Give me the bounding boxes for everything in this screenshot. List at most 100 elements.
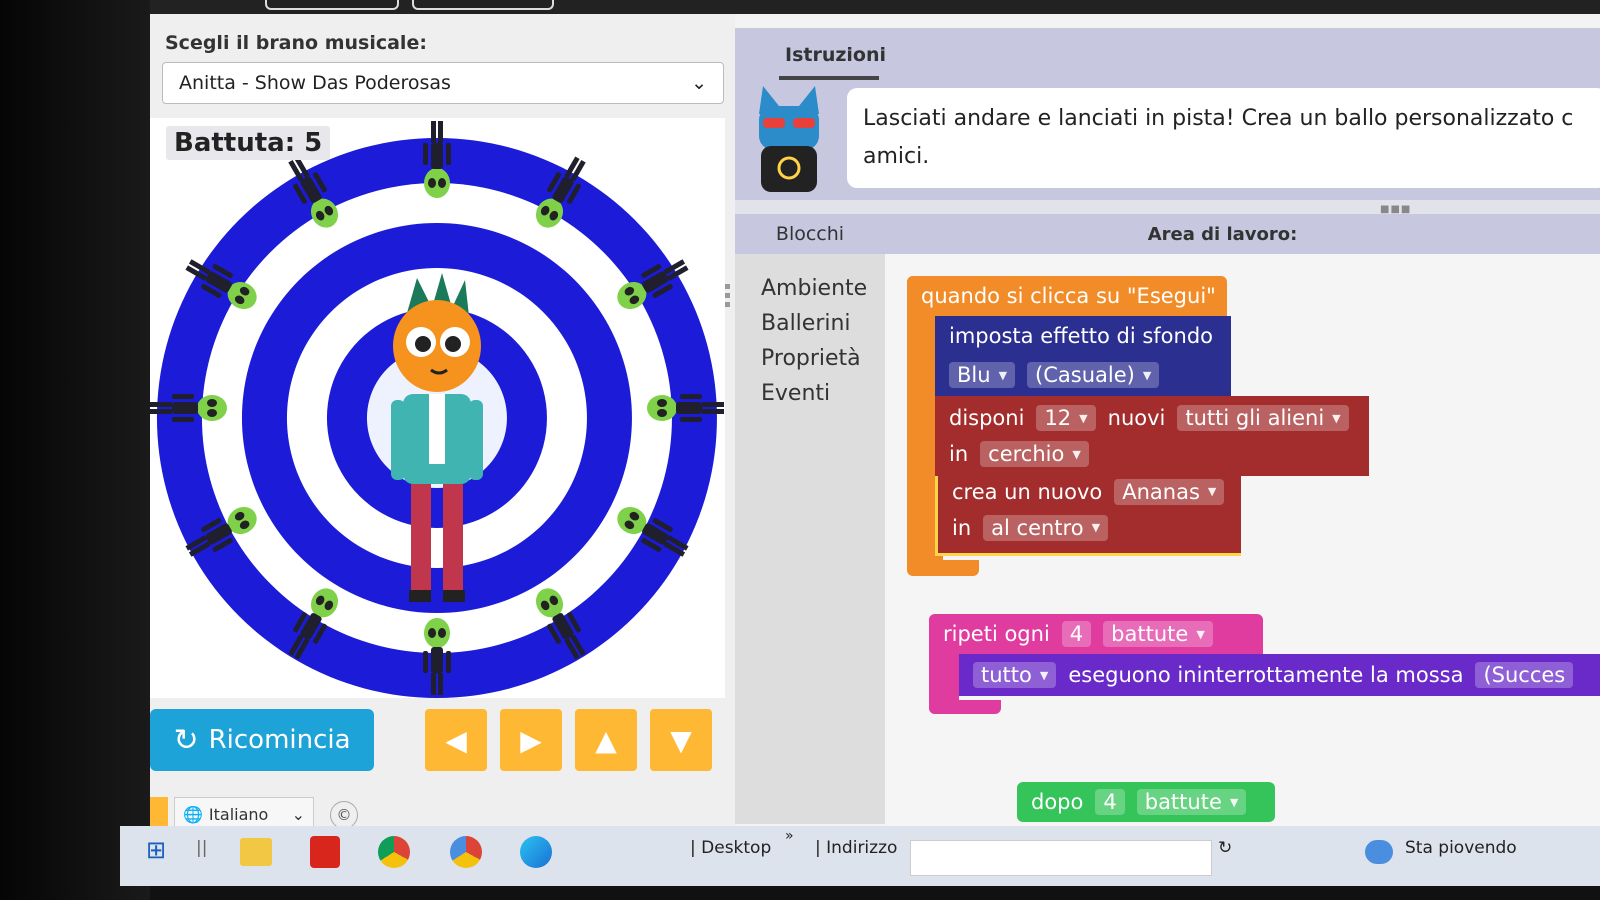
up-arrow-button[interactable]: ▲: [575, 709, 637, 771]
instructions-text-line2: amici.: [863, 144, 930, 169]
move-target-value: tutto: [981, 663, 1032, 687]
create-label: crea un nuovo: [952, 479, 1103, 504]
restart-label: Ricomincia: [208, 725, 351, 755]
dropdown-caret-icon: ▼: [1332, 411, 1341, 425]
left-arrow-button[interactable]: ◀: [425, 709, 487, 771]
create-location-value: al centro: [991, 515, 1084, 540]
globe-icon: 🌐: [183, 804, 203, 824]
after-count-field[interactable]: 4: [1095, 789, 1125, 815]
stage-canvas: [150, 118, 725, 698]
repeat-unit-dropdown[interactable]: battute ▼: [1103, 621, 1213, 647]
background-color-dropdown[interactable]: Blu ▼: [949, 362, 1016, 388]
song-select-label: Scegli il brano musicale:: [165, 32, 427, 54]
repeat-every-block[interactable]: ripeti ogni 4 battute ▼: [929, 614, 1263, 654]
move-value-dropdown[interactable]: (Succes: [1475, 662, 1574, 688]
tab-instructions[interactable]: Istruzioni: [785, 44, 886, 66]
arrange-type-value: tutti gli alieni: [1185, 406, 1325, 430]
right-arrow-button[interactable]: ▶: [500, 709, 562, 771]
after-unit-dropdown[interactable]: battute ▼: [1136, 789, 1247, 815]
monitor-bezel: [0, 0, 150, 900]
dance-stage[interactable]: Battuta: 5: [150, 118, 725, 698]
weather-icon: [1365, 840, 1393, 864]
top-tab-button[interactable]: [412, 0, 554, 10]
arrange-dancers-block[interactable]: disponi 12 ▼ nuovi tutti gli alieni ▼ in c…: [935, 396, 1369, 476]
weather-text[interactable]: Sta piovendo: [1405, 838, 1517, 858]
event-label: quando si clicca su "Esegui": [921, 284, 1216, 308]
event-block[interactable]: quando si clicca su "Esegui": [907, 276, 1227, 316]
background-effect-block[interactable]: imposta effetto di sfondo Blu ▼ (Casuale)…: [935, 316, 1231, 396]
down-arrow-button[interactable]: ▼: [650, 709, 712, 771]
create-location-dropdown[interactable]: al centro ▼: [983, 514, 1109, 541]
chrome-alt-icon[interactable]: [450, 836, 482, 868]
arrange-label: disponi: [949, 406, 1025, 430]
move-target-dropdown[interactable]: tutto ▼: [973, 662, 1057, 688]
dropdown-caret-icon: ▼: [1142, 368, 1152, 382]
dropdown-caret-icon: ▼: [1091, 521, 1101, 534]
arrange-layout-value: cerchio: [988, 442, 1065, 466]
taskbar-separator: ||: [196, 838, 208, 858]
pdf-reader-icon[interactable]: [310, 836, 340, 868]
restart-button[interactable]: ↻ Ricomincia: [150, 709, 374, 771]
down-arrow-icon: ▼: [670, 723, 692, 757]
toolbox-category-proprieta[interactable]: Proprietà: [761, 346, 861, 371]
top-tab-button[interactable]: [265, 0, 399, 10]
up-arrow-icon: ▲: [595, 723, 617, 757]
restart-icon: ↻: [173, 722, 199, 758]
copyright-button[interactable]: ©: [330, 801, 358, 829]
after-unit-value: battute: [1144, 790, 1222, 814]
panel-resize-handle[interactable]: [725, 284, 731, 324]
create-dancer-block[interactable]: crea un nuovo Ananas ▼ in al centro ▼: [935, 476, 1241, 556]
address-toolbar: | Indirizzo: [815, 838, 898, 858]
dropdown-caret-icon: ▼: [1079, 411, 1088, 425]
dropdown-caret-icon: ▼: [1072, 447, 1081, 461]
arrange-count-dropdown[interactable]: 12 ▼: [1036, 405, 1096, 431]
windows-taskbar: ⊞ || | Desktop » | Indirizzo ↻ Sta piove…: [120, 826, 1600, 886]
chevron-down-icon: ⌄: [691, 72, 707, 94]
repeat-count-field[interactable]: 4: [1061, 621, 1092, 647]
address-input[interactable]: [910, 840, 1212, 876]
background-palette-dropdown[interactable]: (Casuale) ▼: [1027, 362, 1160, 388]
create-type-dropdown[interactable]: Ananas ▼: [1114, 478, 1225, 505]
arrange-new-label: nuovi: [1107, 406, 1166, 430]
desktop-toolbar[interactable]: | Desktop: [690, 838, 771, 858]
background-color-value: Blu: [957, 363, 991, 387]
repeat-block-foot: [929, 700, 1001, 714]
window-top-strip: [150, 0, 1600, 14]
blocks-header: Blocchi: [735, 214, 885, 254]
move-forever-block[interactable]: tutto ▼ eseguono ininterrottamente la mos…: [959, 654, 1600, 696]
right-arrow-icon: ▶: [520, 723, 542, 757]
file-explorer-icon[interactable]: [240, 838, 272, 866]
song-select[interactable]: Anitta - Show Das Poderosas ⌄: [162, 62, 724, 104]
move-label: eseguono ininterrottamente la mossa: [1068, 663, 1464, 687]
after-beats-block[interactable]: dopo 4 battute ▼: [1017, 782, 1275, 822]
panel-divider[interactable]: ■■■: [735, 200, 1600, 215]
edge-icon[interactable]: [520, 836, 552, 868]
desktop-label: Desktop: [701, 838, 772, 858]
dropdown-caret-icon: ▼: [1196, 627, 1205, 641]
dropdown-caret-icon: ▼: [1039, 668, 1049, 682]
chevron-down-icon: ⌄: [291, 804, 305, 824]
song-select-value: Anitta - Show Das Poderosas: [179, 72, 451, 94]
chrome-icon[interactable]: [378, 836, 410, 868]
instructions-bubble: Lasciati andare e lanciati in pista! Cre…: [847, 88, 1600, 188]
instructions-panel: Lasciati andare e lanciati in pista! Cre…: [735, 80, 1600, 200]
toolbar-chevron-icon[interactable]: »: [785, 828, 794, 844]
code-workspace[interactable]: quando si clicca su "Esegui" imposta eff…: [885, 254, 1600, 854]
screen: Scegli il brano musicale: Anitta - Show …: [150, 14, 1600, 854]
toolbox-category-eventi[interactable]: Eventi: [761, 381, 830, 406]
instructions-text-line1: Lasciati andare e lanciati in pista! Cre…: [863, 106, 1574, 131]
arrange-layout-dropdown[interactable]: cerchio ▼: [980, 441, 1089, 467]
windows-start-icon[interactable]: ⊞: [146, 836, 166, 864]
refresh-icon[interactable]: ↻: [1218, 838, 1232, 858]
dropdown-caret-icon: ▼: [1207, 485, 1217, 498]
repeat-unit-value: battute: [1111, 622, 1189, 646]
create-type-value: Ananas: [1122, 479, 1200, 504]
toolbox-category-ballerini[interactable]: Ballerini: [761, 311, 851, 336]
address-label: Indirizzo: [826, 838, 898, 858]
arrange-type-dropdown[interactable]: tutti gli alieni ▼: [1177, 405, 1349, 431]
create-in-label: in: [952, 515, 972, 540]
background-palette-value: (Casuale): [1035, 363, 1135, 387]
repeat-label: ripeti ogni: [943, 622, 1050, 646]
background-effect-label: imposta effetto di sfondo: [949, 324, 1213, 348]
toolbox-category-ambiente[interactable]: Ambiente: [761, 276, 867, 301]
